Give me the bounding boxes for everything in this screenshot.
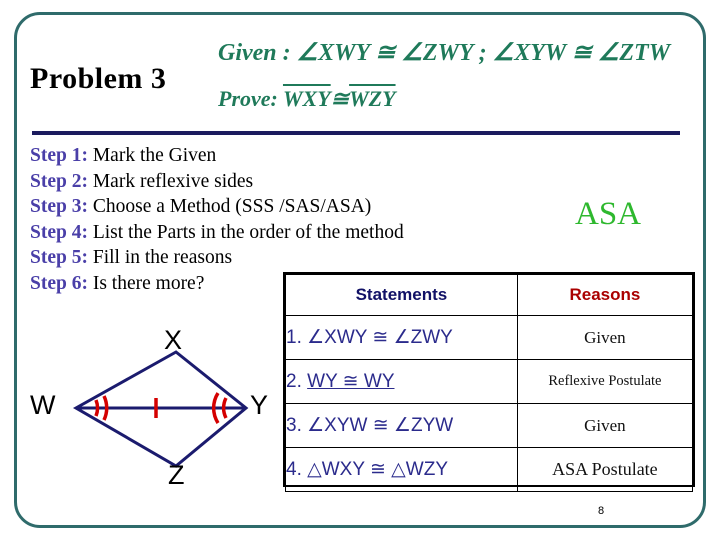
statement-cell: 4. △WXY ≅ △WZY: [285, 447, 518, 492]
step-text: Mark the Given: [92, 145, 217, 166]
list-item: Step 1: Mark the Given: [30, 143, 550, 169]
list-item: Step 5: Fill in the reasons: [30, 245, 550, 271]
step-label: Step 3:: [30, 196, 88, 217]
page-number: 8: [598, 505, 605, 517]
given-text: ∠XWY ≅ ∠ZWY ; ∠XYW ≅ ∠ZTW: [296, 40, 671, 66]
list-item: Step 3: Choose a Method (SSS /SAS/ASA): [30, 194, 550, 220]
table-header-row: Statements Reasons: [285, 274, 694, 316]
step-label: Step 1:: [30, 145, 88, 166]
statement-text: ∠XWY ≅ ∠ZWY: [307, 327, 453, 348]
prove-triangle-1: WXY: [282, 86, 331, 111]
table-row: 1. ∠XWY ≅ ∠ZWY Given: [285, 315, 694, 360]
method-highlight: ASA: [575, 196, 642, 232]
step-text: Mark reflexive sides: [92, 170, 254, 192]
given-label: Given :: [218, 40, 291, 66]
statement-cell: 2. WY ≅ WY: [285, 359, 518, 404]
angle-mark-w-1-icon: [94, 399, 100, 417]
given-statement: Given : ∠XWY ≅ ∠ZWY ; ∠XYW ≅ ∠ZTW: [218, 38, 670, 67]
table-row: 4. △WXY ≅ △WZY ASA Postulate: [285, 447, 694, 492]
step-text: Choose a Method (SSS /SAS/ASA): [92, 196, 372, 217]
slide: Problem 3 Given : ∠XWY ≅ ∠ZWY ; ∠XYW ≅ ∠…: [0, 0, 720, 540]
list-item: Step 2: Mark reflexive sides: [30, 169, 550, 195]
vertex-label-w: W: [30, 390, 56, 420]
vertex-label-z: Z: [168, 460, 185, 490]
prove-label: Prove:: [218, 86, 278, 111]
diagram-svg: [72, 350, 249, 468]
step-label: Step 6:: [30, 272, 88, 294]
horizontal-divider: [32, 131, 680, 135]
table-row: 2. WY ≅ WY Reflexive Postulate: [285, 359, 694, 404]
step-text: Fill in the reasons: [92, 247, 233, 268]
step-label: Step 5:: [30, 247, 88, 268]
step-label: Step 2:: [30, 170, 88, 192]
vertex-label-y: Y: [250, 390, 269, 420]
reason-cell: ASA Postulate: [516, 447, 694, 492]
step-text: List the Parts in the order of the metho…: [92, 221, 404, 243]
table-row: 3. ∠XYW ≅ ∠ZYW Given: [285, 403, 694, 448]
prove-triangle-2: WZY: [349, 86, 396, 111]
reason-cell: Given: [516, 403, 694, 448]
prove-statement: Prove: WXY≅WZY: [218, 86, 396, 112]
triangle-diagram: X W Y Z: [28, 320, 278, 500]
list-item: Step 4: List the Parts in the order of t…: [30, 220, 550, 246]
statement-number: 1.: [286, 327, 302, 348]
column-header-statements: Statements: [285, 274, 518, 316]
statement-number: 3.: [286, 415, 302, 436]
step-label: Step 4:: [30, 221, 88, 243]
reason-cell: Reflexive Postulate: [516, 359, 694, 404]
reason-cell: Given: [516, 315, 694, 360]
statement-cell: 3. ∠XYW ≅ ∠ZYW: [285, 403, 518, 448]
statement-cell: 1. ∠XWY ≅ ∠ZWY: [285, 315, 518, 360]
statement-text: ∠XYW ≅ ∠ZYW: [307, 415, 454, 436]
vertex-label-x: X: [164, 325, 183, 355]
proof-table: Statements Reasons 1. ∠XWY ≅ ∠ZWY Given …: [283, 272, 695, 492]
statement-text: WY ≅ WY: [307, 371, 395, 392]
page-title: Problem 3: [30, 62, 167, 95]
prove-congruent-symbol: ≅: [330, 86, 350, 111]
step-text: Is there more?: [92, 272, 205, 294]
column-header-reasons: Reasons: [516, 274, 694, 316]
statement-number: 2.: [286, 371, 302, 392]
statement-text: △WXY ≅ △WZY: [307, 459, 448, 480]
statement-number: 4.: [286, 459, 302, 480]
